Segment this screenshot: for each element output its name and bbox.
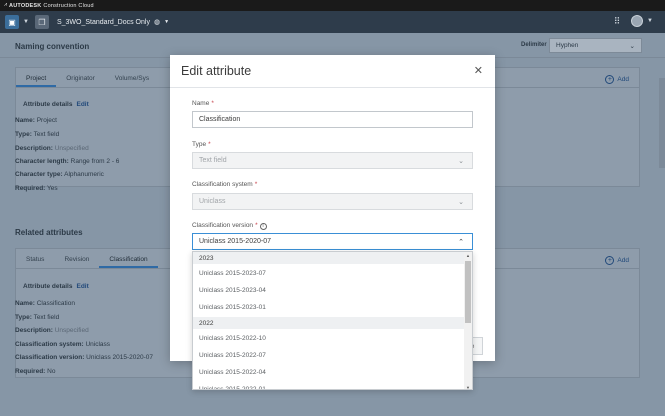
- project-selector[interactable]: S_3WO_Standard_Docs Only ◍ ▼: [56, 18, 170, 27]
- tab-originator[interactable]: Originator: [56, 75, 105, 87]
- chevron-down-icon: ⌄: [458, 198, 464, 206]
- details-title: Attribute details: [23, 283, 73, 290]
- detail-name: Name: Project: [15, 117, 57, 124]
- plus-icon: +: [605, 256, 615, 265]
- tab-status[interactable]: Status: [16, 256, 54, 268]
- type-value: Text field: [199, 157, 227, 164]
- attribute-details-heading: Attribute details Edit: [23, 283, 89, 290]
- page-title: Naming convention: [15, 42, 90, 51]
- detail-name: Name: Classification: [15, 300, 75, 307]
- globe-icon: ◍: [153, 19, 161, 26]
- detail-description: Description: Unspecified: [15, 145, 89, 152]
- detail-classification-version: Classification version: Uniclass 2015-20…: [15, 354, 154, 361]
- add-label: Add: [617, 76, 629, 83]
- product-name: Construction Cloud: [43, 2, 94, 9]
- chevron-down-icon[interactable]: ▼: [647, 18, 653, 24]
- app-navbar: ▣ ▼ ❐ S_3WO_Standard_Docs Only ◍ ▼ ⠿ ▼: [0, 11, 665, 33]
- name-label: Name *: [192, 100, 214, 107]
- chevron-down-icon: ▼: [164, 19, 170, 25]
- dropdown-option[interactable]: Uniclass 2015-2023-04: [193, 282, 466, 299]
- dropdown-option[interactable]: Uniclass 2015-2022-01: [193, 381, 466, 389]
- dropdown-option[interactable]: Uniclass 2015-2022-10: [193, 330, 466, 347]
- edit-link[interactable]: Edit: [76, 101, 88, 108]
- tab-volume-system[interactable]: Volume/Sys: [105, 75, 159, 87]
- navbar-right: ⠿ ▼: [611, 15, 653, 27]
- classification-system-label: Classification system *: [192, 181, 258, 188]
- apps-grid-icon[interactable]: ⠿: [611, 15, 623, 27]
- classification-system-value: Uniclass: [199, 198, 226, 205]
- detail-description: Description: Unspecified: [15, 327, 89, 334]
- classification-version-dropdown: 2023 Uniclass 2015-2023-07 Uniclass 2015…: [192, 251, 473, 390]
- classification-system-select: Uniclass ⌄: [192, 193, 473, 210]
- add-attribute-button[interactable]: + Add: [605, 75, 629, 84]
- folder-icon[interactable]: ❐: [34, 15, 49, 29]
- delimiter-value: Hyphen: [556, 42, 579, 49]
- type-select: Text field ⌄: [192, 152, 473, 169]
- modal-title: Edit attribute: [181, 64, 252, 78]
- dropdown-group-2022: 2022: [193, 317, 466, 329]
- dropdown-option[interactable]: Uniclass 2015-2022-04: [193, 364, 466, 381]
- scrollbar-thumb[interactable]: [465, 261, 471, 323]
- dropdown-group-2023: 2023: [193, 252, 466, 264]
- detail-type: Type: Text field: [15, 131, 60, 138]
- delimiter-select[interactable]: Hyphen ⌄: [549, 38, 642, 53]
- project-name: S_3WO_Standard_Docs Only: [56, 18, 150, 26]
- scroll-down-icon[interactable]: ▼: [465, 385, 471, 389]
- add-related-attribute-button[interactable]: + Add: [605, 256, 629, 265]
- chevron-down-icon[interactable]: ▼: [23, 19, 29, 25]
- dropdown-option[interactable]: Uniclass 2015-2023-07: [193, 265, 466, 282]
- detail-character-type: Character type: Alphanumeric: [15, 171, 104, 178]
- classification-version-value: Uniclass 2015-2020-07: [199, 238, 271, 245]
- tab-classification[interactable]: Classification: [99, 256, 158, 268]
- details-title: Attribute details: [23, 101, 73, 108]
- type-label: Type *: [192, 141, 211, 148]
- classification-version-select[interactable]: Uniclass 2015-2020-07 ⌃: [192, 233, 473, 250]
- dropdown-option[interactable]: Uniclass 2015-2023-01: [193, 299, 466, 316]
- tab-revision[interactable]: Revision: [54, 256, 99, 268]
- add-label: Add: [617, 257, 629, 264]
- brand-name: AUTODESK: [9, 2, 42, 9]
- edit-link[interactable]: Edit: [76, 283, 88, 290]
- delimiter-label: Delimiter: [521, 42, 547, 48]
- detail-character-length: Character length: Range from 2 - 6: [15, 158, 120, 165]
- dropdown-option[interactable]: Uniclass 2015-2022-07: [193, 347, 466, 364]
- tab-project[interactable]: Project: [16, 75, 57, 87]
- module-switcher-button[interactable]: ▣: [5, 15, 19, 29]
- detail-type: Type: Text field: [15, 314, 60, 321]
- detail-required: Required: No: [15, 368, 56, 375]
- plus-icon: +: [605, 75, 615, 84]
- related-tabs: Status Revision Classification: [16, 249, 158, 268]
- chevron-down-icon: ⌄: [629, 42, 635, 50]
- avatar[interactable]: [631, 15, 644, 27]
- name-input[interactable]: Classification: [192, 111, 473, 128]
- close-icon[interactable]: ✕: [474, 64, 483, 77]
- chevron-up-icon: ⌃: [458, 238, 464, 246]
- page-scrollbar[interactable]: [659, 78, 665, 168]
- scroll-up-icon[interactable]: ▲: [465, 253, 471, 258]
- name-value: Classification: [199, 116, 241, 123]
- attribute-details-heading: Attribute details Edit: [23, 101, 89, 108]
- modal-header: Edit attribute ✕: [170, 55, 495, 88]
- detail-classification-system: Classification system: Uniclass: [15, 341, 111, 348]
- classification-version-label: Classification version * i: [192, 222, 267, 230]
- related-attributes-title: Related attributes: [15, 228, 83, 237]
- autodesk-topbar: ⩘ AUTODESK Construction Cloud: [0, 0, 665, 11]
- detail-required: Required: Yes: [15, 185, 58, 192]
- chevron-down-icon: ⌄: [458, 157, 464, 165]
- info-icon[interactable]: i: [259, 223, 267, 230]
- attribute-tabs: Project Originator Volume/Sys: [16, 68, 159, 87]
- dropdown-scrollbar[interactable]: ▲ ▼: [464, 252, 472, 389]
